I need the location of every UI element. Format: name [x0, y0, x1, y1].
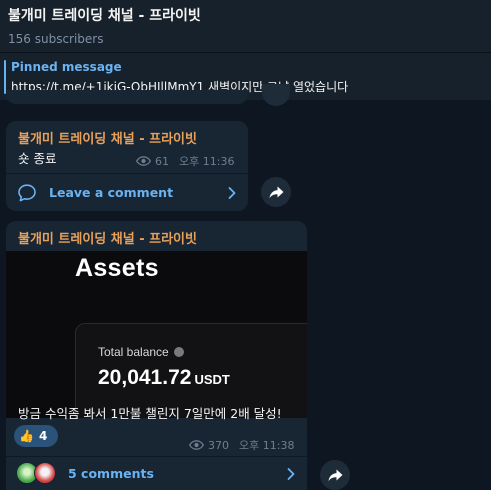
view-count: 370 [208, 438, 229, 452]
message-meta: 370 오후 11:38 [189, 437, 294, 453]
balance-label: Total balance [98, 345, 169, 359]
eye-icon [136, 156, 151, 166]
previous-message-bubble [6, 90, 248, 104]
message-bubble[interactable]: 불개미 트레이딩 채널 - 프라이빗 Assets Total balance … [6, 221, 307, 490]
balance-unit: USDT [194, 372, 230, 387]
reaction-chip[interactable]: 👍 4 [14, 425, 58, 447]
pinned-accent-bar [4, 60, 6, 94]
channel-title: 불개미 트레이딩 채널 - 프라이빗 [8, 8, 201, 24]
message-meta: 61 오후 11:36 [136, 153, 234, 169]
comment-label: Leave a comment [49, 185, 174, 200]
eye-icon [189, 440, 204, 450]
previous-share-button[interactable] [262, 84, 290, 106]
chevron-right-icon [287, 467, 295, 480]
commenter-avatars [16, 462, 56, 484]
comments-button[interactable]: 5 comments [6, 457, 307, 490]
channel-header[interactable]: 불개미 트레이딩 채널 - 프라이빗 156 subscribers [0, 0, 491, 52]
thumbs-up-icon: 👍 [19, 429, 34, 443]
avatar [34, 462, 56, 484]
share-button[interactable] [261, 177, 291, 207]
assets-heading: Assets [75, 254, 159, 282]
message-sender: 불개미 트레이딩 채널 - 프라이빗 [18, 232, 197, 247]
pinned-label: Pinned message [11, 60, 122, 74]
message-text: 방금 수익좀 봐서 1만불 챌린지 7일만에 2배 달성! [18, 406, 282, 421]
comment-icon [18, 183, 36, 201]
subscriber-count: 156 subscribers [8, 32, 104, 46]
reaction-count: 4 [38, 429, 48, 443]
chevron-right-icon [228, 186, 236, 199]
balance-value: 20,041.72 [98, 366, 192, 389]
comment-label: 5 comments [68, 466, 154, 481]
forward-arrow-icon [328, 469, 342, 481]
leave-comment-button[interactable]: Leave a comment [6, 174, 248, 211]
share-button[interactable] [320, 460, 350, 490]
message-sender: 불개미 트레이딩 채널 - 프라이빗 [18, 132, 197, 147]
forward-arrow-icon [269, 186, 283, 198]
info-icon [173, 347, 184, 357]
media-screenshot[interactable]: Assets Total balance 20,041.72 USDT [6, 251, 307, 418]
message-bubble[interactable]: 불개미 트레이딩 채널 - 프라이빗 숏 종료 61 오후 11:36 Leav… [6, 121, 248, 211]
message-time: 오후 11:36 [179, 155, 235, 168]
message-text: 숏 종료 [18, 151, 57, 166]
view-count: 61 [155, 154, 169, 168]
message-time: 오후 11:38 [239, 439, 295, 452]
